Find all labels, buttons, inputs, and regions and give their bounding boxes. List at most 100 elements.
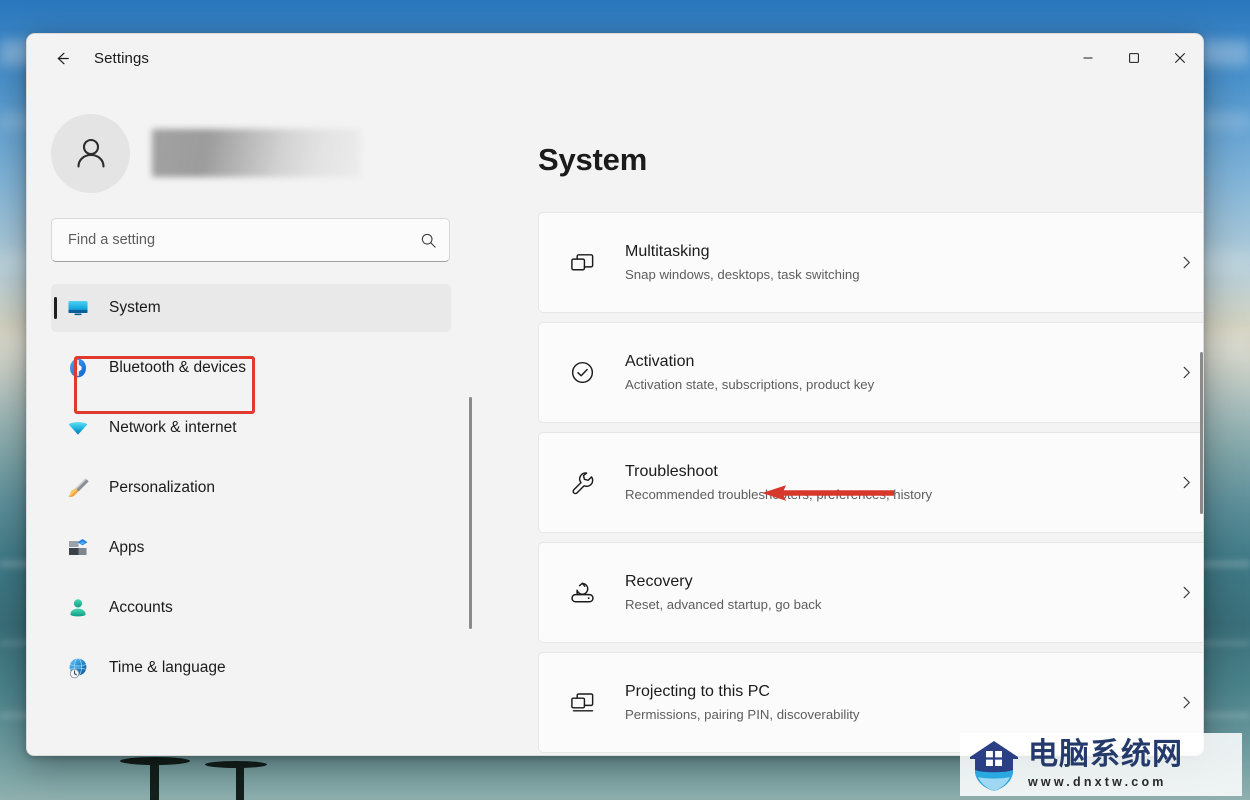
sidebar-item-label: Bluetooth & devices — [109, 359, 247, 376]
minimize-button[interactable] — [1065, 34, 1111, 82]
chevron-right-icon[interactable] — [1176, 363, 1196, 383]
account-person-icon-glyph — [70, 599, 86, 617]
card-multitasking[interactable]: Multitasking Snap windows, desktops, tas… — [538, 212, 1203, 313]
profile-block[interactable] — [51, 108, 470, 198]
card-subtitle: Recommended troubleshooters, preferences… — [625, 486, 933, 502]
card-subtitle: Reset, advanced startup, go back — [625, 596, 822, 612]
apps-blocks-icon-glyph — [69, 539, 88, 555]
card-subtitle: Snap windows, desktops, task switching — [625, 266, 860, 282]
maximize-icon — [1129, 53, 1139, 63]
multitasking-windows-icon-glyph — [570, 254, 593, 271]
projecting-screens-icon — [567, 688, 597, 718]
settings-card-list: Multitasking Snap windows, desktops, tas… — [538, 212, 1203, 755]
sidebar-item-network-internet[interactable]: Network & internet — [51, 404, 451, 452]
page-title: System — [538, 142, 648, 177]
card-text: Recovery Reset, advanced startup, go bac… — [625, 571, 1176, 613]
sidebar-item-accounts[interactable]: Accounts — [51, 584, 451, 632]
chevron-right-icon-glyph — [1183, 586, 1190, 599]
chevron-right-icon-glyph — [1183, 366, 1190, 379]
check-circle-icon — [567, 358, 597, 388]
paintbrush-icon-glyph — [68, 478, 89, 497]
wallpaper-tree — [150, 760, 159, 800]
minimize-icon — [1083, 57, 1093, 59]
watermark-text: 电脑系统网 www.dnxtw.com — [1028, 737, 1183, 790]
globe-clock-icon-glyph — [69, 658, 87, 679]
house-shield-logo-icon — [970, 740, 1018, 791]
back-arrow-icon — [57, 52, 69, 64]
window-body: System — [27, 82, 1203, 755]
profile-name-redacted — [152, 129, 360, 177]
card-text: Troubleshoot Recommended troubleshooters… — [625, 461, 1176, 503]
card-troubleshoot[interactable]: Troubleshoot Recommended troubleshooters… — [538, 432, 1203, 533]
recovery-drive-icon — [567, 578, 597, 608]
bluetooth-icon-glyph — [70, 358, 86, 378]
card-subtitle: Activation state, subscriptions, product… — [625, 376, 875, 392]
sidebar-item-bluetooth-devices[interactable]: Bluetooth & devices — [51, 344, 451, 392]
chevron-right-icon[interactable] — [1176, 693, 1196, 713]
card-title: Activation — [625, 353, 695, 371]
window-titlebar: Settings — [27, 34, 1203, 82]
chevron-right-icon[interactable] — [1176, 473, 1196, 493]
back-button[interactable] — [45, 41, 79, 75]
card-title: Recovery — [625, 573, 693, 591]
wallpaper-tree — [205, 761, 267, 768]
chevron-right-icon-glyph — [1183, 256, 1190, 269]
card-text: Multitasking Snap windows, desktops, tas… — [625, 241, 1176, 283]
card-text: Activation Activation state, subscriptio… — [625, 351, 1176, 393]
sidebar-item-label: Apps — [109, 539, 145, 556]
chevron-right-icon[interactable] — [1176, 583, 1196, 603]
wrench-icon-glyph — [572, 472, 593, 495]
sidebar-item-personalization[interactable]: Personalization — [51, 464, 451, 512]
apps-blocks-icon — [65, 535, 91, 561]
site-watermark: 电脑系统网 www.dnxtw.com — [960, 733, 1242, 796]
bluetooth-icon — [65, 355, 91, 381]
chevron-right-icon-glyph — [1183, 696, 1190, 709]
sidebar-item-label: Network & internet — [109, 419, 237, 436]
sidebar-item-label: Accounts — [109, 599, 173, 616]
sidebar-item-time-language[interactable]: Time & language — [51, 644, 451, 692]
card-title: Troubleshoot — [625, 463, 718, 481]
close-button[interactable] — [1157, 34, 1203, 82]
sidebar-item-system[interactable]: System — [51, 284, 451, 332]
wifi-icon-glyph — [68, 422, 88, 435]
recovery-drive-icon-glyph — [570, 582, 594, 603]
card-title: Projecting to this PC — [625, 683, 770, 701]
watermark-site-name: 电脑系统网 — [1028, 737, 1183, 772]
card-recovery[interactable]: Recovery Reset, advanced startup, go bac… — [538, 542, 1203, 643]
person-avatar-icon — [76, 138, 105, 168]
card-subtitle: Permissions, pairing PIN, discoverabilit… — [625, 706, 860, 722]
globe-clock-icon — [65, 655, 91, 681]
main-content-scrollbar[interactable] — [1200, 352, 1203, 514]
sidebar-item-label: System — [109, 299, 161, 316]
search-icon[interactable] — [420, 232, 437, 249]
search-input[interactable] — [68, 232, 420, 248]
desktop-wallpaper: Settings Find a setting System Bluetooth… — [0, 0, 1250, 800]
multitasking-windows-icon — [567, 248, 597, 278]
sidebar-item-apps[interactable]: Apps — [51, 524, 451, 572]
wallpaper-tree — [236, 764, 244, 800]
wifi-icon — [65, 415, 91, 441]
sidebar-scrollbar[interactable] — [469, 397, 472, 629]
sidebar: System — [27, 82, 480, 755]
close-icon — [1175, 53, 1185, 63]
account-person-icon — [65, 595, 91, 621]
card-title: Multitasking — [625, 243, 710, 261]
window-controls — [1065, 34, 1203, 82]
card-activation[interactable]: Activation Activation state, subscriptio… — [538, 322, 1203, 423]
app-title: Settings — [94, 49, 149, 67]
search-box[interactable] — [51, 218, 450, 262]
monitor-icon-glyph — [68, 301, 88, 316]
projecting-screens-icon-glyph — [570, 693, 593, 712]
wallpaper-tree — [120, 757, 190, 765]
chevron-right-icon-glyph — [1183, 476, 1190, 489]
maximize-button[interactable] — [1111, 34, 1157, 82]
watermark-url: www.dnxtw.com — [1028, 775, 1167, 789]
sidebar-item-label: Personalization — [109, 479, 215, 496]
avatar — [51, 113, 130, 193]
settings-window: Settings Find a setting System Bluetooth… — [26, 33, 1204, 756]
wrench-icon — [567, 468, 597, 498]
check-circle-icon-glyph — [571, 361, 593, 384]
sidebar-nav-list: System Bluetooth & devices Network & int… — [51, 284, 470, 692]
chevron-right-icon[interactable] — [1176, 253, 1196, 273]
sidebar-item-label: Time & language — [109, 659, 226, 676]
